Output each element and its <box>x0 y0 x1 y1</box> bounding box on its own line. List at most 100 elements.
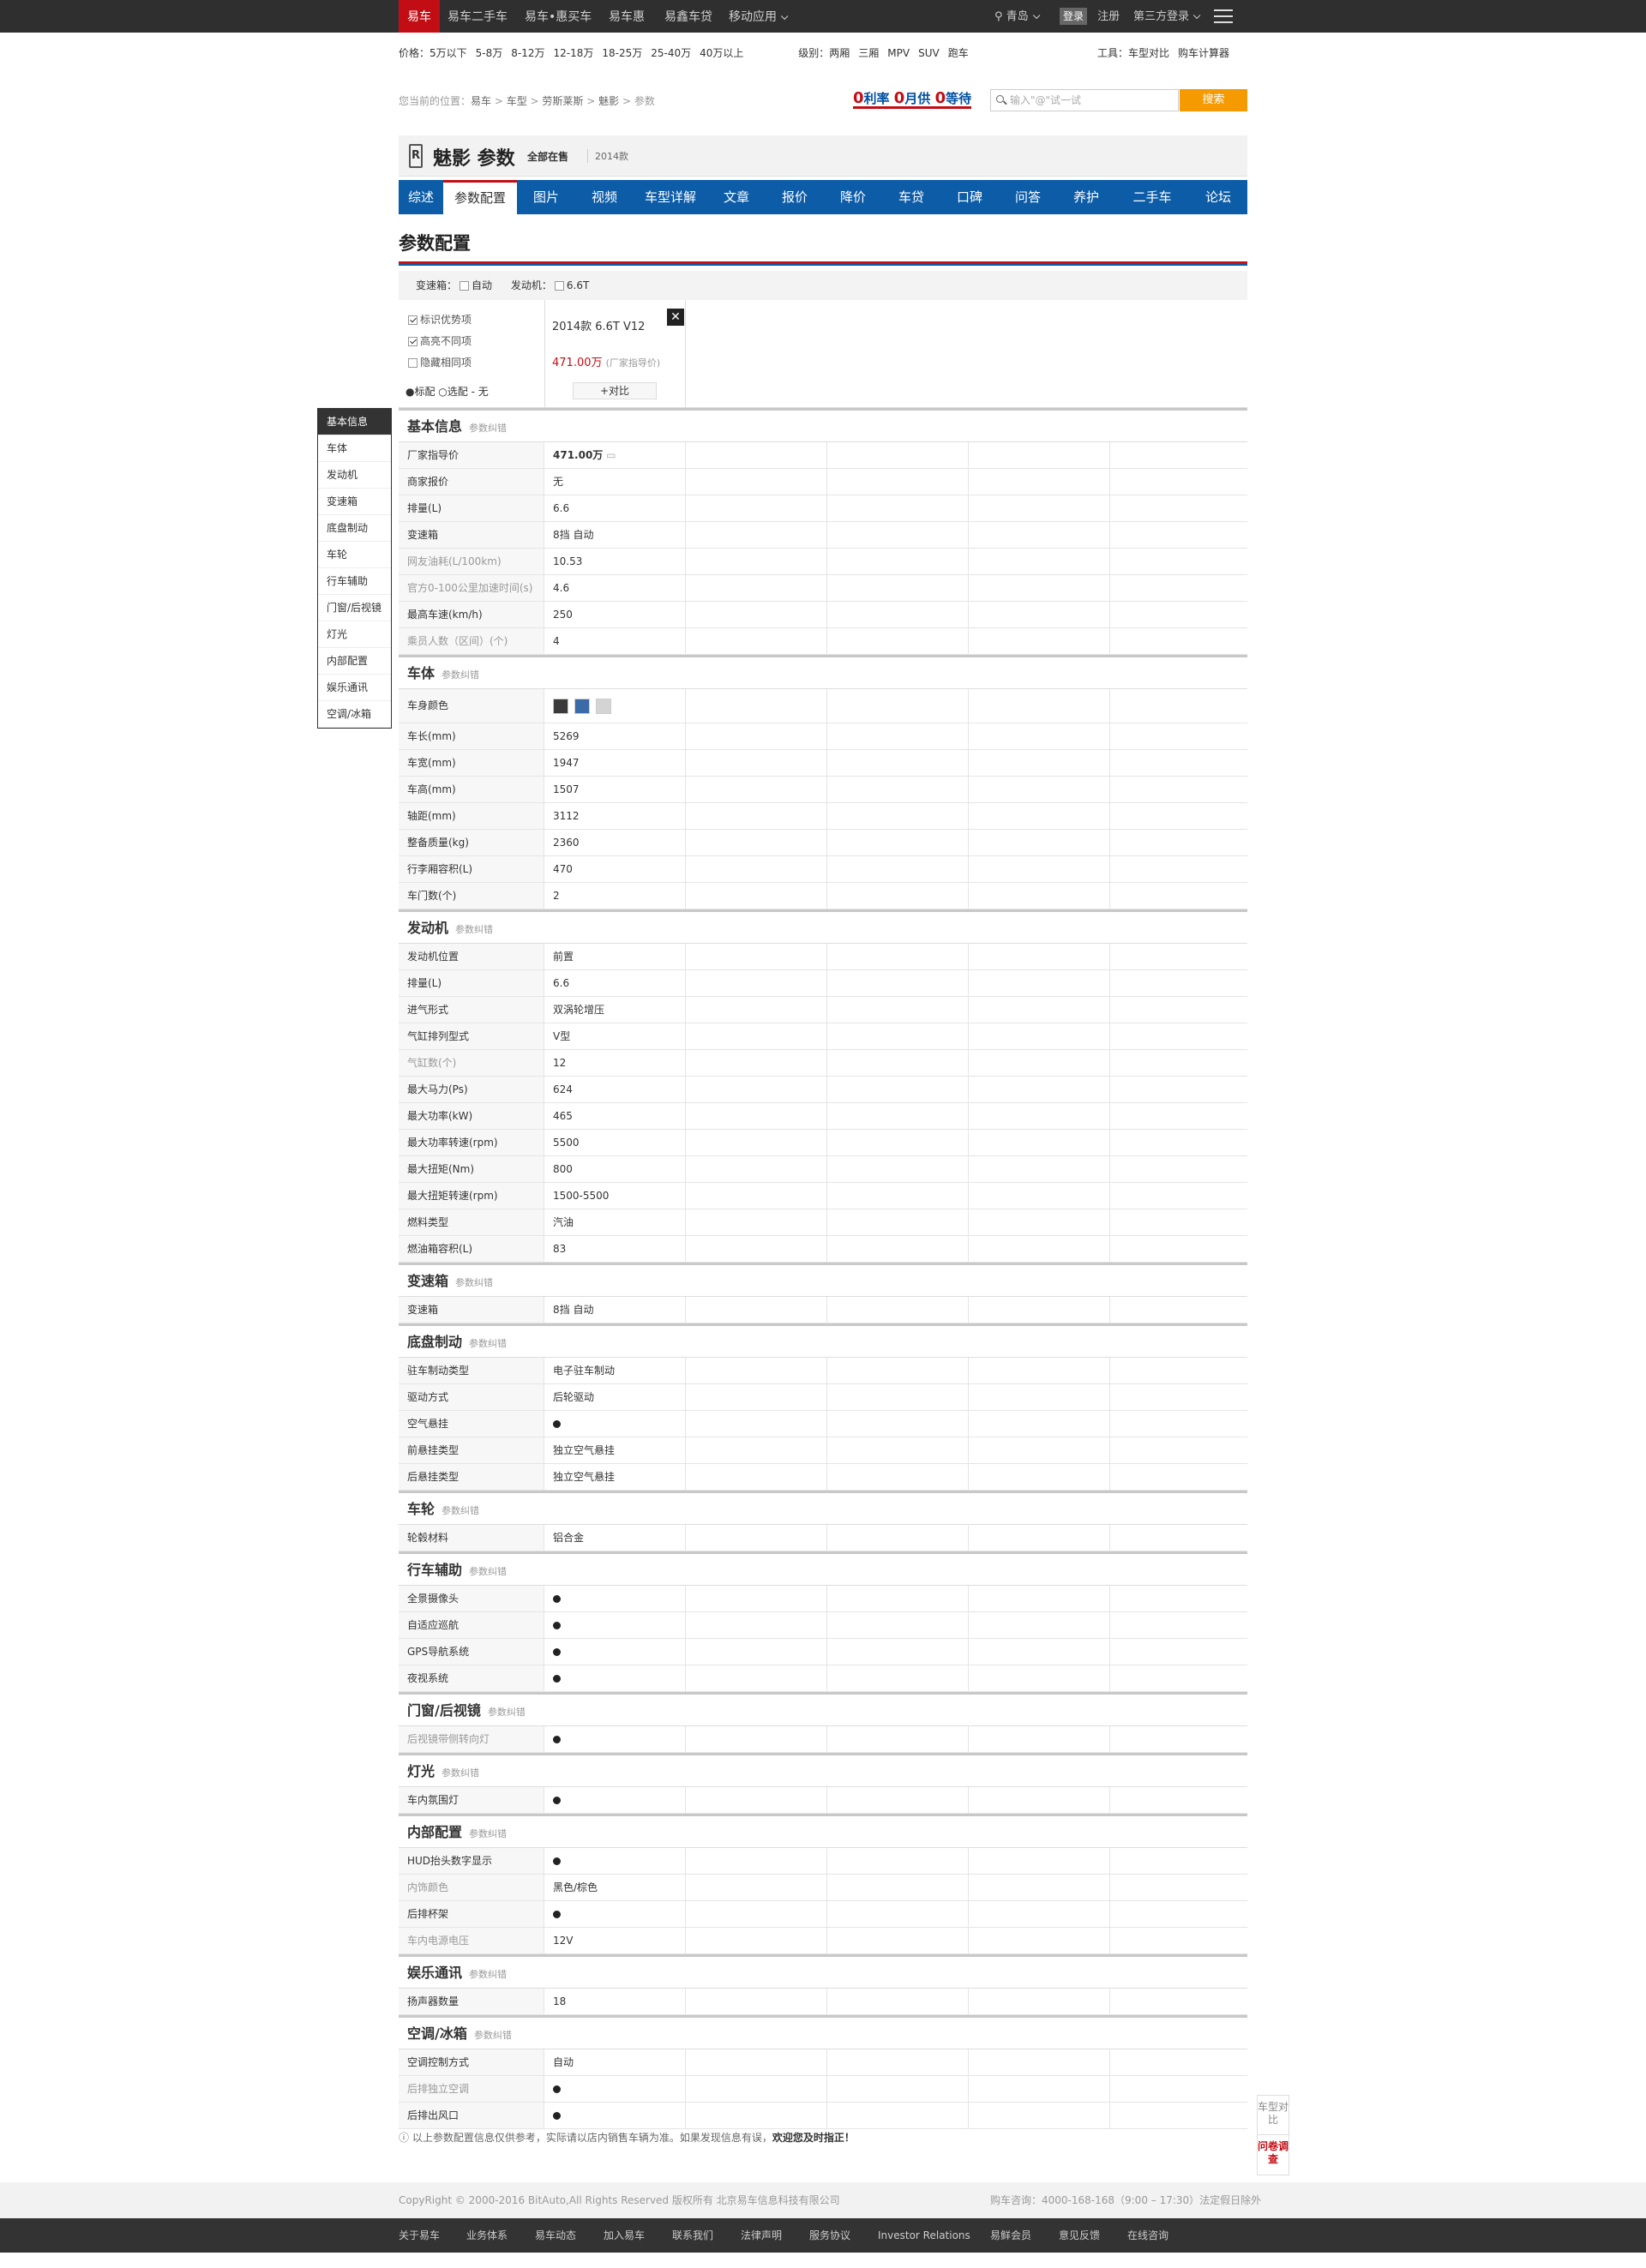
nav-tab-13[interactable]: 论坛 <box>1189 180 1247 214</box>
third-party-login[interactable]: 第三方登录 <box>1133 0 1198 33</box>
price-5-8[interactable]: 5-8万 <box>476 47 503 59</box>
footer-link-6[interactable]: 服务协议 <box>809 2218 850 2253</box>
correction-link[interactable]: 参数纠错 <box>469 1566 507 1577</box>
level-mpv[interactable]: MPV <box>887 47 910 59</box>
option-hide-same[interactable]: 隐藏相同项 <box>405 355 472 369</box>
calculator-icon[interactable]: ▭ <box>603 449 616 461</box>
close-icon[interactable]: ✕ <box>667 309 684 326</box>
nav-tab-0[interactable]: 综述 <box>399 180 443 214</box>
level-sports[interactable]: 跑车 <box>948 47 969 59</box>
nav-tab-7[interactable]: 降价 <box>824 180 882 214</box>
sidebar-item-9[interactable]: 内部配置 <box>318 648 391 675</box>
add-compare-button[interactable]: +对比 <box>573 382 657 399</box>
sidebar-item-7[interactable]: 门窗/后视镜 <box>318 595 391 621</box>
nav-tab-4[interactable]: 车型详解 <box>634 180 707 214</box>
tab-used-car[interactable]: 易车二手车 <box>439 0 516 33</box>
price-40[interactable]: 40万以上 <box>700 47 743 59</box>
sidebar-item-3[interactable]: 变速箱 <box>318 489 391 515</box>
tab-yichehui[interactable]: 易车惠 <box>600 0 653 33</box>
zero-interest-promo[interactable]: 0利率 0月供 0等待 <box>853 91 972 109</box>
sale-status[interactable]: 全部在售 <box>527 149 568 164</box>
price-8-12[interactable]: 8-12万 <box>511 47 544 59</box>
nav-tab-3[interactable]: 视频 <box>575 180 634 214</box>
breadcrumb-series[interactable]: 魅影 <box>598 95 619 107</box>
breadcrumb-yiche[interactable]: 易车 <box>471 95 491 107</box>
correction-link[interactable]: 参数纠错 <box>469 1338 507 1349</box>
sidebar-item-2[interactable]: 发动机 <box>318 462 391 489</box>
option-highlight-advantage[interactable]: 标识优势项 <box>405 312 472 327</box>
nav-tab-9[interactable]: 口碑 <box>940 180 999 214</box>
engine-checkbox[interactable] <box>554 281 564 291</box>
sidebar-item-6[interactable]: 行车辅助 <box>318 568 391 595</box>
nav-tab-10[interactable]: 问答 <box>999 180 1057 214</box>
correction-link[interactable]: 参数纠错 <box>469 423 507 434</box>
level-hatchback[interactable]: 两厢 <box>829 47 850 59</box>
sidebar-item-8[interactable]: 灯光 <box>318 621 391 648</box>
float-compare[interactable]: 车型对比 <box>1258 2096 1289 2135</box>
sidebar-item-11[interactable]: 空调/冰箱 <box>318 701 391 728</box>
empty-cell <box>969 2049 1110 2075</box>
correction-link[interactable]: 参数纠错 <box>469 1828 507 1839</box>
menu-icon[interactable] <box>1214 9 1233 23</box>
spec-label: 扬声器数量 <box>399 1989 544 2014</box>
price-5[interactable]: 5万以下 <box>430 47 467 59</box>
breadcrumb-models[interactable]: 车型 <box>507 95 527 107</box>
login-button[interactable]: 登录 <box>1060 8 1088 25</box>
footer-link-0[interactable]: 关于易车 <box>399 2218 440 2253</box>
correction-link[interactable]: 欢迎您及时指正！ <box>772 2132 855 2144</box>
float-survey[interactable]: 问卷调查 <box>1258 2135 1289 2166</box>
footer-link-4[interactable]: 联系我们 <box>672 2218 713 2253</box>
nav-tab-2[interactable]: 图片 <box>517 180 575 214</box>
correction-link[interactable]: 参数纠错 <box>455 1277 493 1288</box>
breadcrumb-brand[interactable]: 劳斯莱斯 <box>542 95 583 107</box>
sidebar-item-1[interactable]: 车体 <box>318 435 391 462</box>
sidebar-item-0[interactable]: 基本信息 <box>318 409 391 435</box>
nav-tab-12[interactable]: 二手车 <box>1115 180 1189 214</box>
nav-tab-11[interactable]: 养护 <box>1057 180 1115 214</box>
nav-tab-1[interactable]: 参数配置 <box>443 180 517 214</box>
tab-mobile-apps[interactable]: 移动应用 <box>720 0 794 33</box>
auto-checkbox[interactable] <box>460 281 470 291</box>
tab-yiche[interactable]: 易车 <box>399 0 440 33</box>
correction-link[interactable]: 参数纠错 <box>442 1505 479 1516</box>
footer-link-2[interactable]: 易车动态 <box>535 2218 576 2253</box>
correction-link[interactable]: 参数纠错 <box>442 669 479 681</box>
color-swatch[interactable] <box>553 698 568 714</box>
sidebar-item-4[interactable]: 底盘制动 <box>318 515 391 542</box>
sidebar-item-5[interactable]: 车轮 <box>318 542 391 568</box>
footer-link-8[interactable]: 易鲜会员 <box>990 2218 1031 2253</box>
footer-link-1[interactable]: 业务体系 <box>466 2218 508 2253</box>
model-year[interactable]: 2014款 <box>587 149 628 163</box>
footer-link-5[interactable]: 法律声明 <box>741 2218 782 2253</box>
nav-tab-6[interactable]: 报价 <box>766 180 824 214</box>
tab-huimaiche[interactable]: 易车•惠买车 <box>516 0 600 33</box>
footer-link-9[interactable]: 意见反馈 <box>1059 2218 1100 2253</box>
color-swatch[interactable] <box>574 698 590 714</box>
tool-compare[interactable]: 车型对比 <box>1128 47 1169 59</box>
nav-tab-5[interactable]: 文章 <box>707 180 766 214</box>
register-link[interactable]: 注册 <box>1097 10 1120 23</box>
level-suv[interactable]: SUV <box>918 47 940 59</box>
tool-calculator[interactable]: 购车计算器 <box>1178 47 1229 59</box>
price-25-40[interactable]: 25-40万 <box>651 47 691 59</box>
city-selector[interactable]: ⚲ 青岛 <box>994 0 1037 33</box>
footer-link-10[interactable]: 在线咨询 <box>1127 2218 1168 2253</box>
color-swatch[interactable] <box>596 698 611 714</box>
nav-tab-8[interactable]: 车贷 <box>882 180 940 214</box>
correction-link[interactable]: 参数纠错 <box>469 1969 507 1980</box>
footer-link-3[interactable]: 加入易车 <box>604 2218 645 2253</box>
car-name[interactable]: 2014款 6.6T V12 <box>552 317 645 333</box>
price-18-25[interactable]: 18-25万 <box>602 47 642 59</box>
correction-link[interactable]: 参数纠错 <box>488 1707 526 1718</box>
correction-link[interactable]: 参数纠错 <box>442 1767 479 1779</box>
level-sedan[interactable]: 三厢 <box>858 47 879 59</box>
search-input[interactable]: 输入"@"试一试 <box>990 89 1179 111</box>
tab-car-loan[interactable]: 易鑫车贷 <box>656 0 721 33</box>
sidebar-item-10[interactable]: 娱乐通讯 <box>318 675 391 701</box>
correction-link[interactable]: 参数纠错 <box>474 2030 512 2041</box>
option-highlight-diff[interactable]: 高亮不同项 <box>405 333 472 348</box>
correction-link[interactable]: 参数纠错 <box>455 924 493 935</box>
search-button[interactable]: 搜索 <box>1180 89 1247 111</box>
footer-link-7[interactable]: Investor Relations <box>878 2218 970 2253</box>
price-12-18[interactable]: 12-18万 <box>554 47 594 59</box>
